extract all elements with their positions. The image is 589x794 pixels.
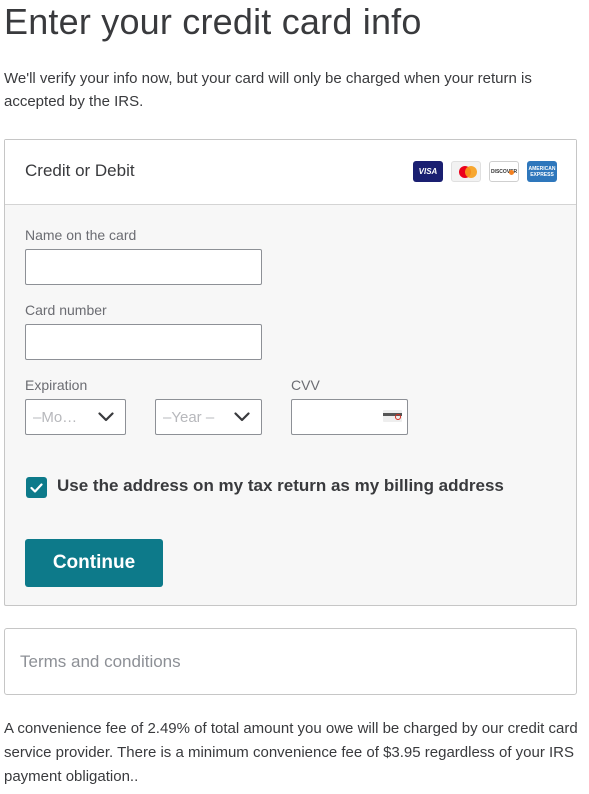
discover-logo-text: DISCOVER xyxy=(490,168,518,175)
year-select-placeholder: –Year – xyxy=(163,408,215,426)
card-panel: Credit or Debit VISA DISCOVER AMERICAN E… xyxy=(4,139,577,606)
card-number-input[interactable] xyxy=(25,324,262,360)
amex-logo: AMERICAN EXPRESS xyxy=(527,161,557,182)
billing-address-checkbox-label[interactable]: Use the address on my tax return as my b… xyxy=(57,476,504,496)
cvv-card-icon xyxy=(383,410,402,422)
amex-logo-text-2: EXPRESS xyxy=(530,171,554,178)
discover-logo: DISCOVER xyxy=(489,161,519,182)
continue-button[interactable]: Continue xyxy=(25,539,163,587)
convenience-fee-notice: A convenience fee of 2.49% of total amou… xyxy=(4,720,578,785)
expiration-month-select[interactable]: –Mo… xyxy=(25,399,126,435)
visa-logo: VISA xyxy=(413,161,443,182)
chevron-down-icon xyxy=(93,407,119,427)
cvv-field xyxy=(291,399,408,435)
panel-header-title: Credit or Debit xyxy=(25,161,135,180)
month-select-placeholder: –Mo… xyxy=(33,408,78,426)
visa-logo-text: VISA xyxy=(418,167,438,176)
mastercard-logo xyxy=(451,161,481,182)
checkmark-icon xyxy=(30,482,43,493)
billing-address-checkbox[interactable] xyxy=(26,477,47,498)
card-number-label: Card number xyxy=(25,302,107,318)
terms-and-conditions-label: Terms and conditions xyxy=(20,652,181,671)
card-brand-logos: VISA DISCOVER AMERICAN EXPRESS xyxy=(413,161,557,182)
page-title: Enter your credit card info xyxy=(4,1,422,42)
cvv-card-marker xyxy=(395,414,401,420)
panel-header: Credit or Debit VISA DISCOVER AMERICAN E… xyxy=(5,140,576,205)
name-on-card-input[interactable] xyxy=(25,249,262,285)
mastercard-orange-circle xyxy=(465,166,477,178)
chevron-down-icon xyxy=(229,407,255,427)
intro-text: We'll verify your info now, but your car… xyxy=(4,70,532,110)
expiration-label: Expiration xyxy=(25,377,88,393)
terms-and-conditions-panel[interactable]: Terms and conditions xyxy=(4,628,577,695)
cvv-label: CVV xyxy=(291,377,320,393)
name-on-card-label: Name on the card xyxy=(25,227,137,243)
expiration-year-select[interactable]: –Year – xyxy=(155,399,262,435)
